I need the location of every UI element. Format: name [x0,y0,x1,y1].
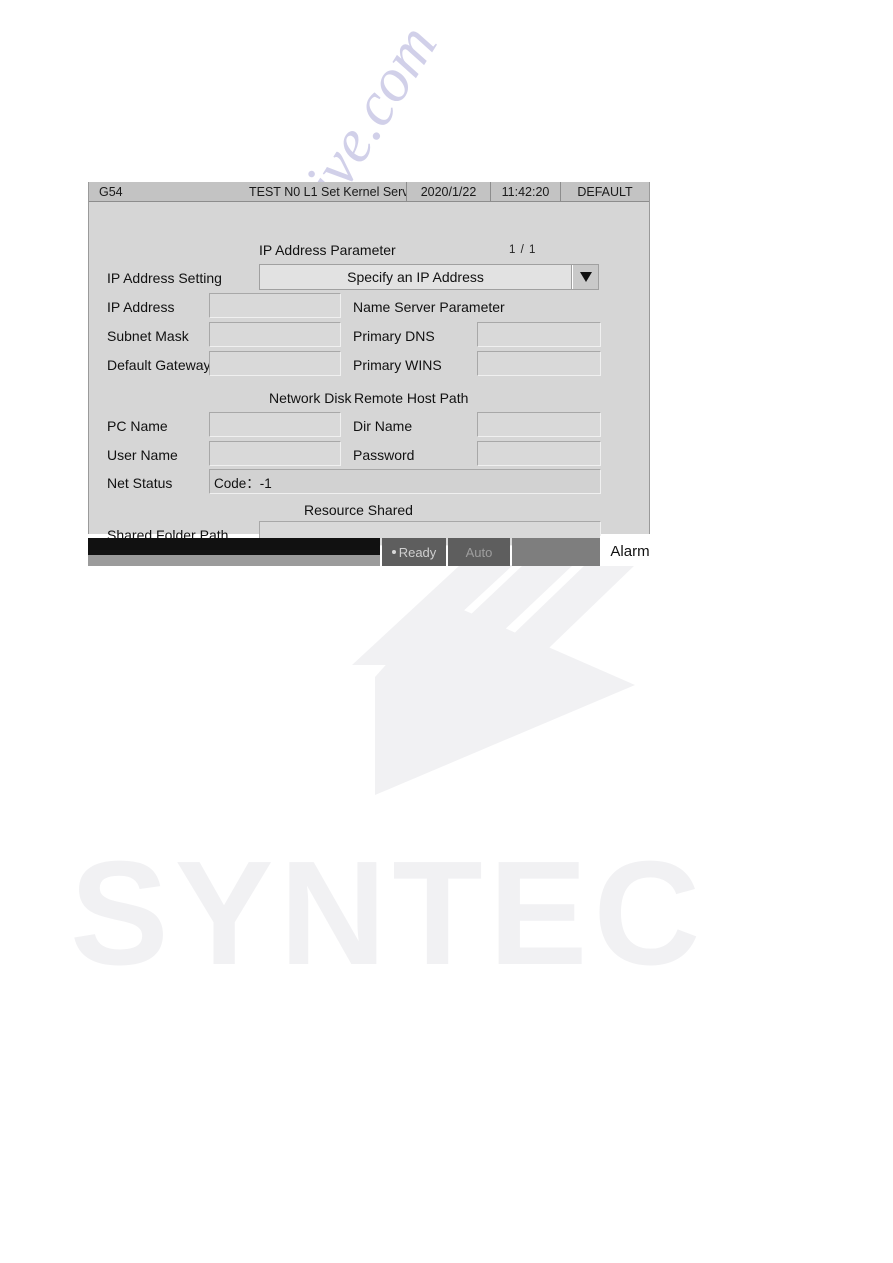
operation-mode-indicator[interactable]: Auto [448,538,510,566]
label-default-gateway: Default Gateway [107,357,211,373]
status-bar: Ready Auto [88,536,650,566]
label-dir-name: Dir Name [353,418,413,434]
page-indicator: 1 / 1 [509,244,537,256]
section-title-name-server-parameter: Name Server Parameter [353,299,505,315]
label-ip-address-setting: IP Address Setting [107,270,222,286]
ip-address-setting-dropdown[interactable]: Specify an IP Address [259,264,599,290]
message-bar-sub [88,555,380,566]
time-display: 11:42:20 [491,182,561,201]
section-title-remote-host-path: Remote Host Path [354,390,469,406]
pc-name-input[interactable] [209,412,341,437]
section-title-ip-address-parameter: IP Address Parameter [259,242,396,258]
alarm-tab-label: Alarm [610,542,650,560]
label-primary-dns: Primary DNS [353,328,435,344]
ip-address-setting-value: Specify an IP Address [260,265,572,289]
subnet-mask-input[interactable] [209,322,341,347]
default-gateway-input[interactable] [209,351,341,376]
ip-address-input[interactable] [209,293,341,318]
page-title: Set Kernel Server [321,184,406,199]
label-password: Password [353,447,415,463]
page-root: SYNTEC smanualshive.com G54 TEST N0 L1 S… [0,0,893,1263]
label-user-name: User Name [107,447,178,463]
password-input[interactable] [477,441,601,466]
status-dot-icon [391,550,396,554]
machine-state-label: Ready [398,544,437,560]
mode-display: DEFAULT [577,184,633,199]
primary-dns-input[interactable] [477,322,601,347]
chevron-down-icon[interactable] [572,265,598,289]
net-status-value: Code：-1 [209,469,601,494]
alarm-tab[interactable]: Alarm [600,536,660,566]
machine-state-indicator[interactable]: Ready [382,538,446,566]
syntec-logo-watermark [352,565,635,795]
cnc-window: G54 TEST N0 L1 Set Kernel Server 2020/1/… [88,182,650,546]
user-name-input[interactable] [209,441,341,466]
label-net-status: Net Status [107,475,173,491]
dir-name-input[interactable] [477,412,601,437]
label-primary-wins: Primary WINS [353,357,442,373]
label-subnet-mask: Subnet Mask [107,328,189,344]
titlebar: G54 TEST N0 L1 Set Kernel Server 2020/1/… [89,182,649,202]
label-pc-name: PC Name [107,418,168,434]
section-title-resource-shared: Resource Shared [304,502,413,518]
program-name-label: TEST N0 L1 [249,184,318,199]
form-body: IP Address Parameter 1 / 1 IP Address Se… [89,202,649,546]
brand-watermark: SYNTEC [70,831,707,996]
operation-mode-label: Auto [465,544,493,560]
date-display: 2020/1/22 [406,182,491,201]
message-bar [88,538,380,555]
primary-wins-input[interactable] [477,351,601,376]
label-ip-address: IP Address [107,299,175,315]
coordinate-system-label: G54 [99,184,123,199]
section-title-network-disk: Network Disk [269,390,352,406]
